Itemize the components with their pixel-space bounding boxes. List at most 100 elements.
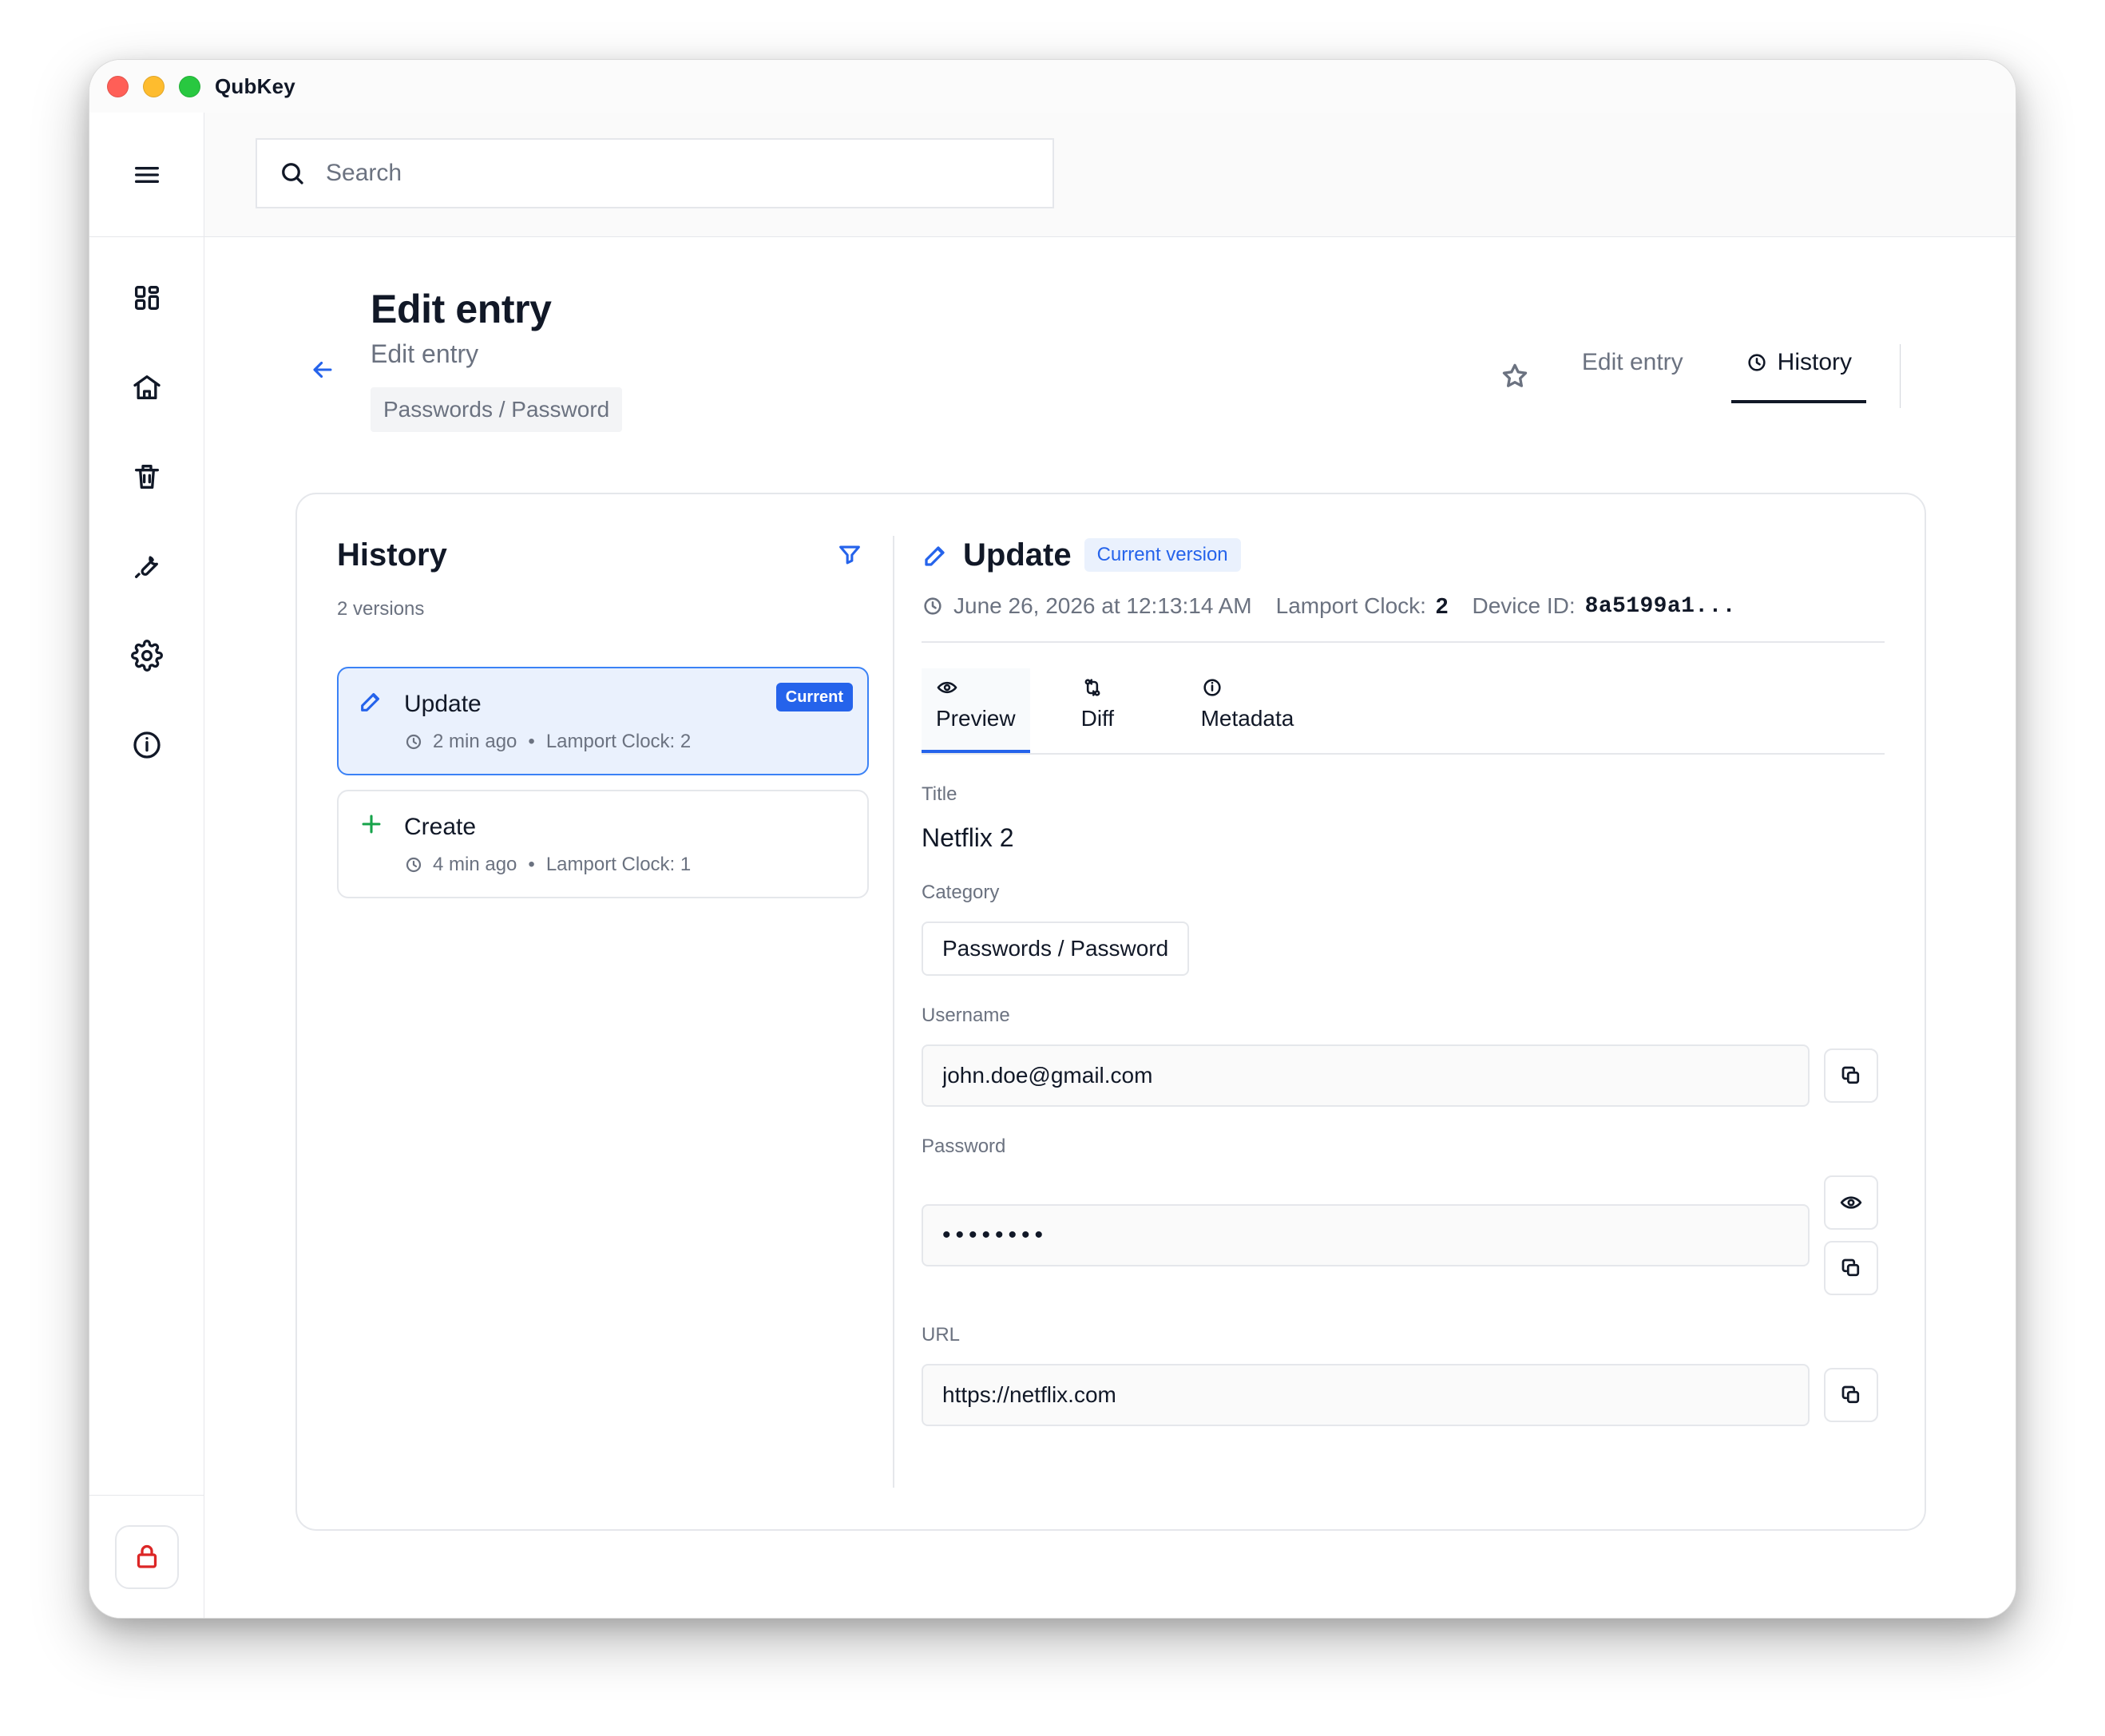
version-create-icon-wrap	[358, 811, 385, 838]
menu-button[interactable]	[123, 151, 171, 199]
zoom-window-button[interactable]	[179, 75, 200, 97]
tab-edit-entry-label: Edit entry	[1581, 349, 1683, 375]
password-field[interactable]	[922, 1204, 1810, 1266]
history-panel-header: History	[337, 536, 869, 574]
username-label: Username	[922, 1005, 1010, 1026]
edit-entry-page: Edit entry Edit entry Passwords / Passwo…	[204, 237, 2016, 1618]
star-icon	[1502, 363, 1528, 387]
main-content: Edit entry Edit entry Passwords / Passwo…	[204, 113, 2016, 1618]
sidebar-item-dashboard[interactable]	[123, 274, 171, 322]
search-input[interactable]	[324, 159, 1032, 188]
window-body: Edit entry Edit entry Passwords / Passwo…	[89, 113, 2016, 1618]
detail-lamport-label: Lamport Clock:	[1275, 593, 1426, 618]
detail-edit-icon-wrap	[922, 541, 950, 569]
page-heading: Edit entry Edit entry Passwords / Passwo…	[371, 287, 623, 432]
trash-icon	[134, 465, 159, 489]
window-title: QubKey	[215, 73, 295, 98]
lock-icon	[137, 1544, 157, 1568]
info-icon	[1203, 679, 1221, 696]
eye-icon	[1840, 1196, 1862, 1209]
window-controls	[107, 75, 200, 97]
history-list-panel: History 2 versions Current Update 2 min …	[337, 536, 869, 1488]
detail-device-label: Device ID:	[1472, 593, 1576, 618]
sidebar	[89, 113, 204, 1618]
sidebar-item-tools[interactable]	[123, 542, 171, 590]
current-version-badge: Current version	[1084, 538, 1241, 572]
search-box[interactable]	[256, 138, 1054, 208]
menu-icon	[134, 166, 159, 183]
detail-tab-diff[interactable]: Diff	[1067, 668, 1150, 753]
plus-icon	[362, 814, 381, 834]
username-field-group: Username	[922, 1005, 1885, 1107]
favorite-button[interactable]	[1496, 357, 1534, 395]
detail-tabs: Preview Diff Metadata	[922, 668, 1885, 755]
detail-tab-diff-label: Diff	[1080, 706, 1115, 731]
sidebar-bottom	[89, 1495, 204, 1618]
close-window-button[interactable]	[107, 75, 129, 97]
tab-edit-entry[interactable]: Edit entry	[1568, 349, 1698, 403]
detail-tab-metadata-label: Metadata	[1200, 706, 1294, 731]
gear-icon	[130, 640, 163, 672]
username-row	[922, 1044, 1885, 1107]
detail-header: Update Current version	[922, 536, 1885, 574]
version-lamport: Lamport Clock: 2	[545, 731, 692, 752]
version-lamport: Lamport Clock: 1	[545, 854, 692, 875]
meta-separator: •	[528, 731, 535, 752]
clock-icon	[406, 857, 422, 873]
meta-separator: •	[528, 854, 535, 875]
version-time: 4 min ago	[433, 854, 517, 875]
detail-date: June 26, 2026 at 12:13:14 AM	[953, 593, 1252, 618]
detail-lamport: Lamport Clock: 2	[1276, 593, 1449, 619]
minimize-window-button[interactable]	[143, 75, 165, 97]
detail-device-value: 8a5199a1...	[1584, 593, 1736, 619]
category-field-group: Category Passwords / Password	[922, 882, 1885, 976]
history-filter-button[interactable]	[831, 536, 869, 574]
version-meta: 4 min ago • Lamport Clock: 1	[404, 854, 848, 876]
history-title: History	[337, 537, 447, 573]
category-value-chip: Passwords / Password	[922, 922, 1190, 976]
lock-button[interactable]	[114, 1524, 179, 1589]
back-button[interactable]	[307, 354, 339, 386]
copy-icon	[1841, 1385, 1860, 1404]
history-card: History 2 versions Current Update 2 min …	[295, 493, 1926, 1531]
page-header-actions: Edit entry History	[1496, 344, 1901, 408]
arrow-left-icon	[313, 361, 332, 379]
detail-tab-preview[interactable]: Preview	[922, 668, 1030, 753]
copy-url-button[interactable]	[1824, 1368, 1878, 1422]
tab-history-label: History	[1777, 349, 1852, 375]
url-label: URL	[922, 1324, 961, 1346]
url-field[interactable]	[922, 1364, 1810, 1426]
sidebar-item-settings[interactable]	[123, 632, 171, 680]
sidebar-item-home[interactable]	[123, 363, 171, 411]
url-field-group: URL	[922, 1324, 1885, 1426]
password-row	[922, 1175, 1885, 1295]
window-titlebar: QubKey	[89, 60, 2016, 113]
screen: QubKey Search Edit entry Edit entry Pass…	[0, 0, 2105, 1736]
filter-icon	[839, 545, 860, 565]
username-field[interactable]	[922, 1044, 1810, 1107]
clock-icon	[406, 734, 422, 750]
entry-category-chip: Passwords / Password	[371, 387, 623, 432]
copy-username-button[interactable]	[1824, 1048, 1878, 1103]
versions-count: 2 versions	[337, 598, 425, 620]
search-icon	[282, 163, 303, 184]
edit-icon	[361, 692, 380, 711]
version-title: Create	[404, 814, 477, 840]
sidebar-item-trash[interactable]	[123, 453, 171, 501]
detail-tab-metadata[interactable]: Metadata	[1187, 668, 1309, 753]
copy-password-button[interactable]	[1824, 1241, 1878, 1295]
sidebar-item-info[interactable]	[123, 721, 171, 769]
diff-icon	[1084, 679, 1100, 696]
detail-tab-preview-label: Preview	[936, 706, 1016, 731]
reveal-password-button[interactable]	[1824, 1175, 1878, 1230]
password-field-group: Password	[922, 1136, 1885, 1295]
copy-icon	[1841, 1258, 1860, 1277]
history-version-create[interactable]: Create 4 min ago • Lamport Clock: 1	[337, 790, 869, 898]
history-version-update[interactable]: Current Update 2 min ago • Lamport Clock…	[337, 667, 869, 775]
version-time: 2 min ago	[433, 731, 517, 752]
tab-history[interactable]: History	[1730, 349, 1866, 403]
page-title: Edit entry	[371, 287, 552, 331]
sidebar-nav	[89, 237, 204, 769]
title-label: Title	[922, 783, 957, 805]
password-label: Password	[922, 1136, 1006, 1157]
